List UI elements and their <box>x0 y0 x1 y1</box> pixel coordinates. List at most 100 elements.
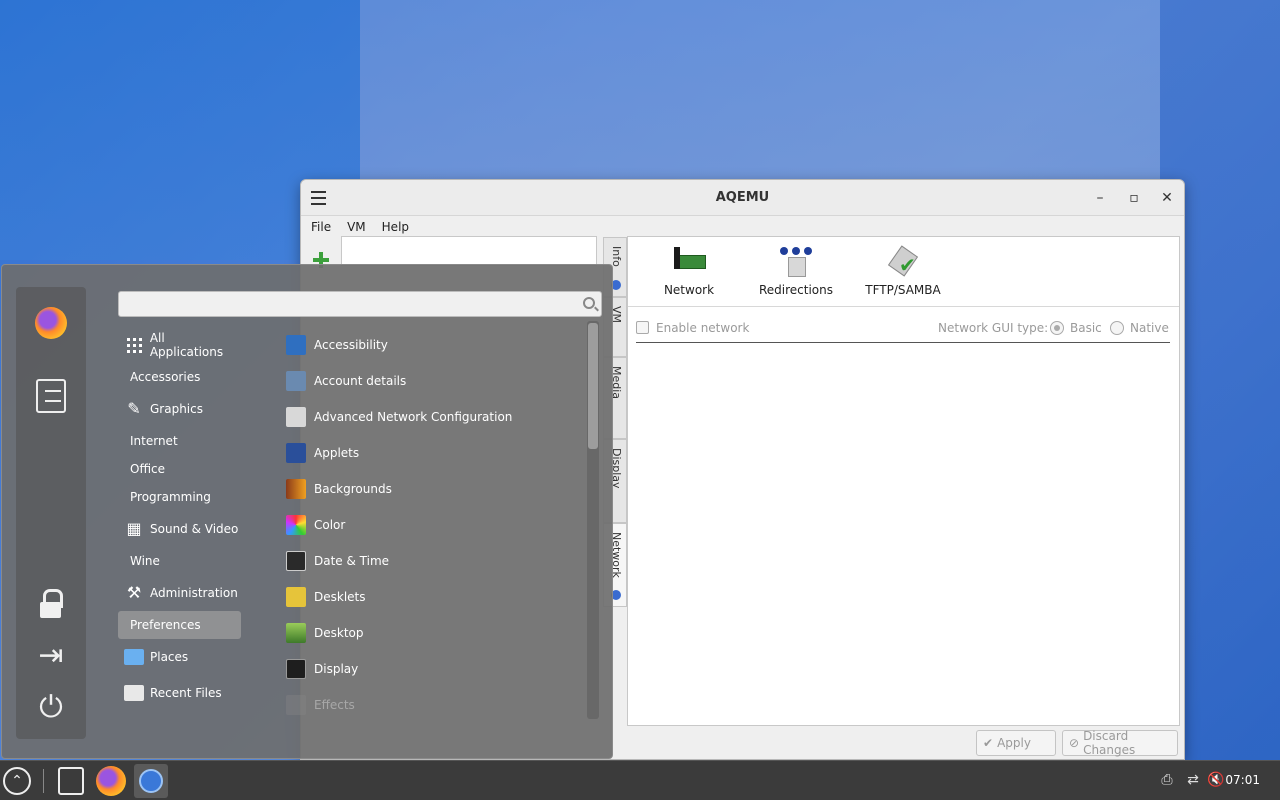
network-card-icon <box>671 243 707 279</box>
menu-search-box <box>118 291 602 317</box>
tool-tftp-samba-label: TFTP/SAMBA <box>865 283 941 297</box>
search-icon <box>583 297 595 309</box>
category-wine[interactable]: Wine <box>118 547 241 575</box>
menu-vm[interactable]: VM <box>347 220 366 234</box>
volume-muted-icon[interactable]: 🔇 <box>1207 771 1225 789</box>
window-titlebar[interactable]: AQEMU – ▫ ✕ <box>301 180 1184 216</box>
close-button[interactable]: ✕ <box>1158 189 1176 207</box>
category-recent-files[interactable]: Recent Files <box>118 679 241 707</box>
graphics-icon: ✎ <box>127 399 141 418</box>
app-account-details[interactable]: Account details <box>286 367 576 395</box>
firefox-icon[interactable] <box>35 307 67 339</box>
clock[interactable]: 07:01 <box>1225 773 1260 787</box>
apply-check-icon: ✔ <box>983 736 994 750</box>
app-label: Applets <box>314 446 360 460</box>
category-all-applications[interactable]: All Applications <box>118 331 241 359</box>
menu-file[interactable]: File <box>311 220 331 234</box>
gui-type-basic-radio[interactable] <box>1050 321 1064 335</box>
category-internet[interactable]: Internet <box>118 427 241 455</box>
category-label: Administration <box>150 586 238 600</box>
printer-icon[interactable]: ⎙ <box>1158 771 1176 789</box>
tab-info-label: Info <box>610 246 623 267</box>
category-label: Programming <box>130 490 211 504</box>
app-label: Backgrounds <box>314 482 392 496</box>
app-date-time[interactable]: Date & Time <box>286 547 576 575</box>
category-programming[interactable]: Programming <box>118 483 241 511</box>
file-cabinet-icon[interactable] <box>58 767 84 795</box>
category-sound-video[interactable]: ▦ Sound & Video <box>118 515 241 543</box>
tool-redirections[interactable]: Redirections <box>746 243 846 297</box>
effects-icon <box>286 695 306 715</box>
applets-icon <box>286 443 306 463</box>
tools-icon: ⚒ <box>126 583 142 602</box>
app-color[interactable]: Color <box>286 511 576 539</box>
display-icon <box>286 659 306 679</box>
category-label: Internet <box>130 434 178 448</box>
grid-icon <box>124 335 144 355</box>
app-desklets[interactable]: Desklets <box>286 583 576 611</box>
discard-changes-button[interactable]: ⊘ Discard Changes <box>1062 729 1178 757</box>
window-title: AQEMU <box>715 190 770 205</box>
app-label: Accessibility <box>314 338 388 352</box>
power-icon[interactable]: ⏻ <box>34 691 68 725</box>
account-icon <box>286 371 306 391</box>
category-administration[interactable]: ⚒ Administration <box>118 579 241 607</box>
category-graphics[interactable]: ✎ Graphics <box>118 395 241 423</box>
logout-icon[interactable]: ⇥ <box>34 639 68 673</box>
network-icon[interactable]: ⇄ <box>1184 771 1202 789</box>
redirections-icon <box>778 243 814 279</box>
category-label: Wine <box>130 554 160 568</box>
maximize-button[interactable]: ▫ <box>1125 189 1143 207</box>
firefox-icon[interactable] <box>96 766 126 796</box>
app-effects[interactable]: Effects <box>286 691 576 719</box>
datetime-icon <box>286 551 306 571</box>
network-toolbar: Network Redirections TFTP/SAMBA <box>628 237 1179 307</box>
menu-help[interactable]: Help <box>382 220 409 234</box>
app-display[interactable]: Display <box>286 655 576 683</box>
network-settings-panel: Network Redirections TFTP/SAMBA Enable n… <box>627 236 1180 726</box>
menu-launcher-icon[interactable]: ⌃ <box>3 767 31 795</box>
app-applets[interactable]: Applets <box>286 439 576 467</box>
app-label: Desktop <box>314 626 364 640</box>
lock-icon[interactable] <box>34 589 68 623</box>
vm-list[interactable] <box>341 236 597 266</box>
menubar: File VM Help <box>301 216 1184 238</box>
category-label: Preferences <box>130 618 201 632</box>
aqemu-taskbar-button[interactable] <box>134 764 168 798</box>
app-desktop[interactable]: Desktop <box>286 619 576 647</box>
app-accessibility[interactable]: Accessibility <box>286 331 576 359</box>
gui-type-native-radio[interactable] <box>1110 321 1124 335</box>
enable-network-checkbox[interactable] <box>636 321 649 334</box>
menu-search-input[interactable] <box>119 292 601 316</box>
app-backgrounds[interactable]: Backgrounds <box>286 475 576 503</box>
file-cabinet-icon[interactable] <box>36 379 66 413</box>
backgrounds-icon <box>286 479 306 499</box>
menu-scroll-thumb[interactable] <box>588 323 598 449</box>
tftp-samba-icon <box>885 243 921 279</box>
hamburger-menu-icon[interactable] <box>311 191 326 205</box>
app-advanced-network-configuration[interactable]: Advanced Network Configuration <box>286 403 576 431</box>
app-label: Date & Time <box>314 554 390 568</box>
color-icon <box>286 515 306 535</box>
app-label: Display <box>314 662 359 676</box>
category-places[interactable]: Places <box>118 643 241 671</box>
discard-label: Discard Changes <box>1083 729 1136 757</box>
apply-button[interactable]: ✔ Apply <box>976 730 1056 756</box>
category-label: Accessories <box>130 370 201 384</box>
category-accessories[interactable]: Accessories <box>118 363 241 391</box>
app-label: Desklets <box>314 590 366 604</box>
apply-label: Apply <box>997 736 1031 750</box>
discard-icon: ⊘ <box>1069 736 1080 750</box>
tool-network[interactable]: Network <box>639 243 739 297</box>
enable-network-label: Enable network <box>656 321 750 335</box>
category-preferences[interactable]: Preferences <box>118 611 241 639</box>
minimize-button[interactable]: – <box>1091 189 1109 207</box>
tool-network-label: Network <box>663 283 715 297</box>
tool-tftp-samba[interactable]: TFTP/SAMBA <box>853 243 953 297</box>
taskbar-separator <box>43 769 44 793</box>
category-office[interactable]: Office <box>118 455 241 483</box>
film-icon: ▦ <box>126 519 142 538</box>
folder-icon <box>124 649 144 665</box>
network-config-icon <box>286 407 306 427</box>
menu-scrollbar[interactable] <box>587 321 599 719</box>
